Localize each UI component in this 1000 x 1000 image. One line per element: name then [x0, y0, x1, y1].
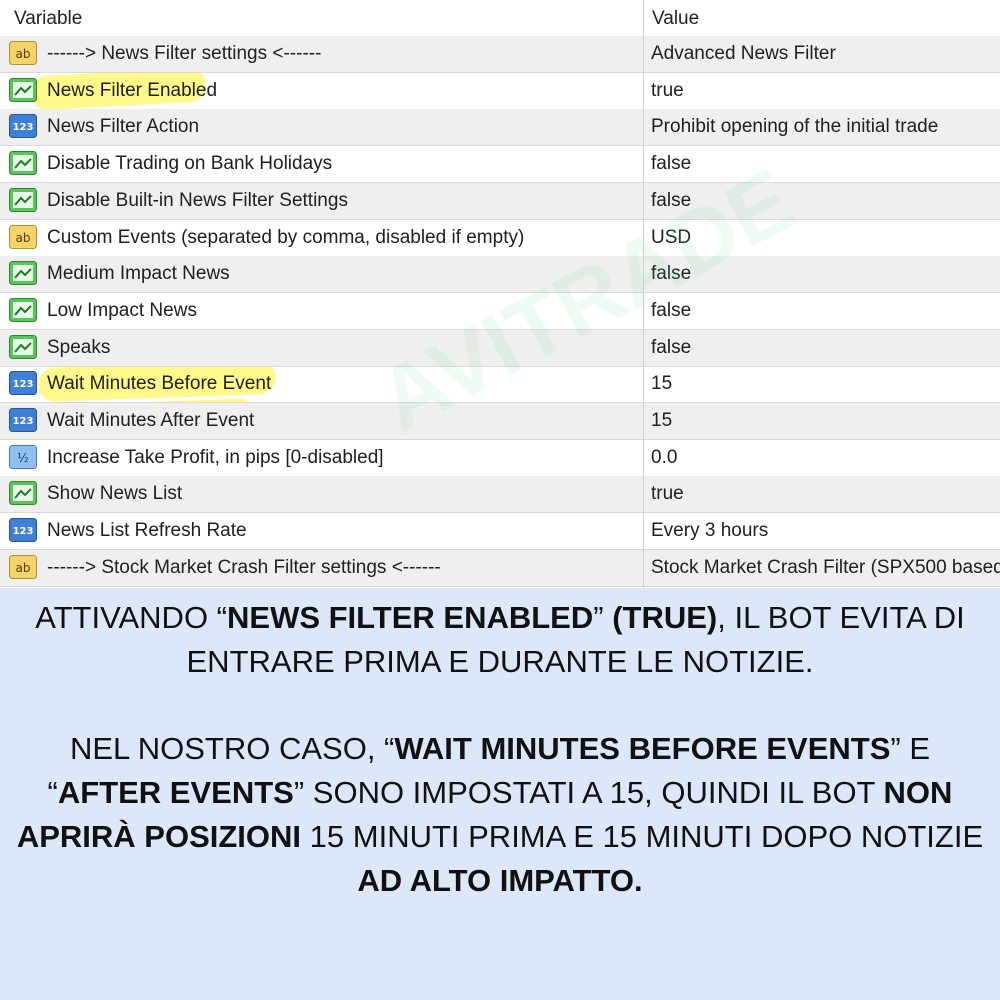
table-row[interactable]: 123 Wait Minutes After Event 15 — [0, 403, 1000, 440]
table-row[interactable]: Show News List true — [0, 476, 1000, 514]
variable-name: ------> Stock Market Crash Filter settin… — [47, 556, 441, 578]
variable-name: Custom Events (separated by comma, disab… — [47, 226, 525, 248]
svg-text:123: 123 — [13, 526, 34, 537]
caption-panel: ATTIVANDO “NEWS FILTER ENABLED” (TRUE), … — [0, 588, 1000, 1000]
table-row[interactable]: Medium Impact News false — [0, 256, 1000, 294]
variable-name: News Filter Action — [47, 116, 200, 138]
boolean-type-icon — [9, 151, 37, 176]
svg-text:½: ½ — [17, 451, 29, 465]
table-row[interactable]: 123 News Filter Action Prohibit opening of… — [0, 109, 1000, 147]
svg-text:123: 123 — [13, 416, 34, 427]
svg-text:ab: ab — [16, 561, 31, 575]
string-type-icon: ab — [9, 41, 37, 65]
column-header-value[interactable]: Value — [652, 8, 699, 30]
table-header: Variable Value — [0, 0, 1000, 37]
svg-text:123: 123 — [13, 122, 34, 133]
variable-name: Wait Minutes Before Event — [47, 373, 272, 395]
variable-name: News Filter Enabled — [47, 79, 218, 101]
caption-paragraph-1: ATTIVANDO “NEWS FILTER ENABLED” (TRUE), … — [35, 600, 965, 679]
boolean-type-icon — [9, 187, 37, 212]
table-row[interactable]: ab ------> Stock Market Crash Filter sett… — [0, 549, 1000, 587]
double-type-icon: ½ — [9, 444, 37, 469]
variable-name: Low Impact News — [47, 299, 197, 321]
variable-value[interactable]: 0.0 — [651, 447, 677, 469]
variable-name: News List Refresh Rate — [47, 520, 247, 542]
svg-text:ab: ab — [16, 47, 31, 61]
variable-value[interactable]: Stock Market Crash Filter (SPX500 based) — [651, 557, 1000, 579]
integer-type-icon: 123 — [9, 371, 37, 396]
integer-type-icon: 123 — [9, 114, 37, 139]
table-row[interactable]: ab ------> News Filter settings <------ Ad… — [0, 36, 1000, 73]
variable-value[interactable]: false — [651, 337, 691, 359]
variable-value[interactable]: Prohibit opening of the initial trade — [651, 116, 938, 138]
table-row[interactable]: ½ Increase Take Profit, in pips [0-disabl… — [0, 440, 1000, 477]
boolean-type-icon — [9, 297, 37, 322]
boolean-type-icon — [9, 77, 37, 102]
variable-value[interactable]: 15 — [651, 410, 672, 432]
table-row[interactable]: News Filter Enabled true — [0, 73, 1000, 110]
boolean-type-icon — [9, 481, 37, 506]
variable-name: Wait Minutes After Event — [47, 410, 255, 431]
integer-type-icon: 123 — [9, 518, 37, 543]
caption-paragraph-2: NEL NOSTRO CASO, “WAIT MINUTES BEFORE EV… — [16, 731, 984, 898]
variable-name: ------> News Filter settings <------ — [47, 43, 322, 64]
variable-name: Increase Take Profit, in pips [0-disable… — [47, 446, 384, 468]
string-type-icon: ab — [9, 224, 37, 249]
variable-name: Show News List — [47, 483, 183, 505]
string-type-icon: ab — [9, 554, 37, 579]
svg-text:123: 123 — [13, 379, 34, 390]
table-row[interactable]: Disable Trading on Bank Holidays false — [0, 146, 1000, 184]
integer-type-icon: 123 — [9, 408, 37, 432]
variable-value[interactable]: Advanced News Filter — [651, 43, 836, 65]
table-row[interactable]: 123 News List Refresh Rate Every 3 hours — [0, 513, 1000, 551]
variable-value[interactable]: true — [651, 483, 684, 505]
column-header-variable[interactable]: Variable — [14, 8, 82, 30]
variable-name: Medium Impact News — [47, 263, 230, 285]
variable-name: Speaks — [47, 336, 111, 358]
table-row[interactable]: Disable Built-in News Filter Settings fal… — [0, 182, 1000, 220]
variable-name: Disable Trading on Bank Holidays — [47, 153, 333, 175]
variable-name: Disable Built-in News Filter Settings — [47, 189, 348, 211]
inputs-table: Variable Value ab ------> News Filter set… — [0, 0, 1000, 588]
variable-value[interactable]: 15 — [651, 373, 672, 395]
variable-value[interactable]: Every 3 hours — [651, 520, 768, 542]
variable-value[interactable]: true — [651, 80, 684, 102]
svg-text:ab: ab — [16, 231, 31, 245]
table-row[interactable]: ab Custom Events (separated by comma, dis… — [0, 220, 1000, 257]
boolean-type-icon — [9, 261, 37, 286]
variable-value[interactable]: false — [651, 153, 691, 175]
boolean-type-icon — [9, 334, 37, 359]
